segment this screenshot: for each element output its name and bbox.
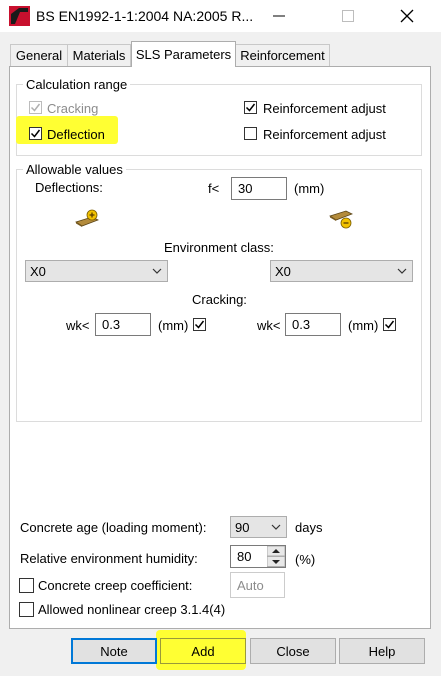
concrete-age-unit: days [295,520,323,535]
app-icon [9,6,30,26]
checkmark-icon [384,320,395,329]
reinforcement-adjust-checkbox-1[interactable] [244,101,257,114]
help-button[interactable]: Help [339,638,425,664]
cracking-section-label: Cracking: [192,292,247,307]
minimize-button[interactable] [256,0,302,32]
concrete-age-select[interactable]: 90 [230,516,287,538]
reinforcement-adjust-checkbox-2[interactable] [244,127,257,140]
crack-width-input-right[interactable]: 0.3 [285,313,341,336]
checkmark-icon [245,103,256,112]
maximize-button[interactable] [325,0,371,32]
deflection-checkbox[interactable] [29,127,42,140]
deflection-label: Deflection [47,127,105,142]
calculation-range-label: Calculation range [23,77,131,92]
concrete-age-label: Concrete age (loading moment): [20,520,207,535]
beam-deflection-plus-icon [74,208,100,231]
maximize-icon [342,10,354,22]
wk-label-right: wk< [257,318,281,333]
minimize-icon [273,15,285,17]
tab-general[interactable]: General [10,44,68,66]
close-icon [400,9,414,23]
deflection-unit-label: (mm) [294,181,325,196]
crack-width-checkbox-right[interactable] [383,318,396,331]
reinforcement-adjust-label-2: Reinforcement adjust [263,127,386,142]
beam-deflection-minus-icon [328,208,354,233]
creep-coefficient-input[interactable]: Auto [230,572,285,598]
environment-class-left-value: X0 [30,263,46,279]
environment-class-select-left[interactable]: X0 [25,260,168,282]
creep-coefficient-label: Concrete creep coefficient: [38,578,193,593]
checkmark-icon [194,320,205,329]
checkmark-icon [30,103,41,112]
reinforcement-adjust-label-1: Reinforcement adjust [263,101,386,116]
humidity-label: Relative environment humidity: [20,551,198,566]
deflections-label: Deflections: [35,180,103,195]
humidity-spinner[interactable] [266,545,286,567]
deflection-limit-input[interactable]: 30 [231,177,287,200]
allowable-values-label: Allowable values [23,162,126,177]
chevron-down-icon [271,524,281,530]
add-button[interactable]: Add [160,638,246,664]
environment-class-right-value: X0 [275,263,291,279]
crack-width-unit-right: (mm) [348,318,379,333]
window-title: BS EN1992-1-1:2004 NA:2005 R... [36,8,254,24]
nonlinear-creep-label: Allowed nonlinear creep 3.1.4(4) [38,602,226,617]
crack-width-unit-left: (mm) [158,318,189,333]
chevron-down-icon [152,268,162,274]
humidity-unit: (%) [295,552,316,567]
environment-class-label: Environment class: [164,240,274,255]
checkmark-icon [30,129,41,138]
creep-coefficient-checkbox[interactable] [19,578,34,593]
f-less-than-label: f< [208,181,220,196]
tab-materials[interactable]: Materials [67,44,131,66]
wk-label-left: wk< [66,318,90,333]
crack-width-input-left[interactable]: 0.3 [95,313,151,336]
nonlinear-creep-checkbox[interactable] [19,602,34,617]
concrete-age-value: 90 [235,519,250,535]
cracking-label: Cracking [47,101,99,116]
crack-width-checkbox-left[interactable] [193,318,206,331]
tab-reinforcement[interactable]: Reinforcement [235,44,330,66]
close-window-button[interactable] [384,0,430,32]
cracking-checkbox[interactable] [29,101,42,114]
close-button[interactable]: Close [250,638,336,664]
tab-sls-parameters[interactable]: SLS Parameters [131,41,236,67]
note-button[interactable]: Note [71,638,157,664]
environment-class-select-right[interactable]: X0 [270,260,413,282]
chevron-down-icon [397,268,407,274]
